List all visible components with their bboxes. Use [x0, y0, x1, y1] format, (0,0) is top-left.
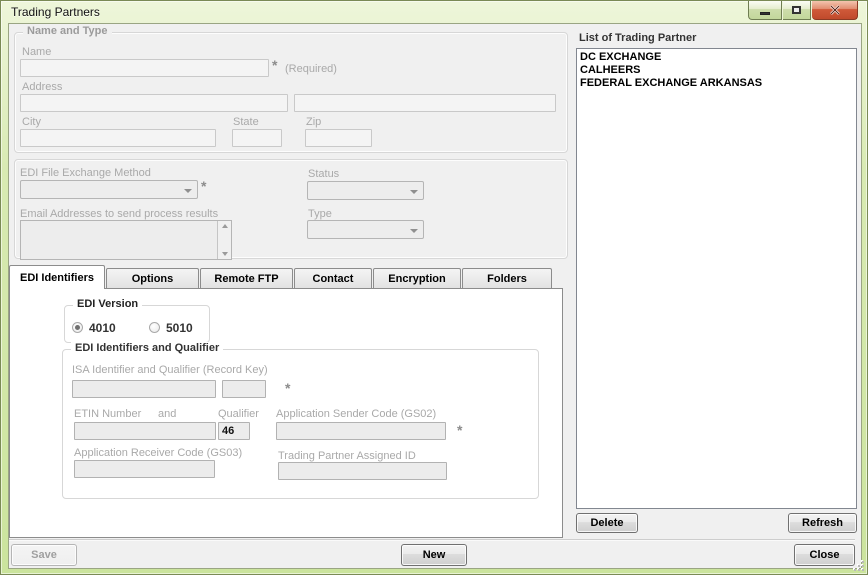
resize-grip[interactable]: [852, 559, 864, 571]
address-label: Address: [22, 81, 62, 93]
footer-separator: [9, 539, 855, 540]
etin-qualifier-label: Qualifier: [218, 408, 259, 420]
edi-file-exchange-method-dropdown[interactable]: [20, 180, 198, 199]
textarea-scrollbar[interactable]: [217, 221, 231, 259]
maximize-button[interactable]: [783, 1, 811, 20]
tab-label: Remote FTP: [214, 273, 278, 285]
tab-label: EDI Identifiers: [20, 272, 94, 284]
radio-4010[interactable]: [72, 322, 83, 333]
method-required-asterisk: *: [201, 178, 206, 194]
tab-contact[interactable]: Contact: [294, 268, 372, 289]
refresh-button[interactable]: Refresh: [788, 513, 857, 533]
tab-label: Folders: [487, 273, 527, 285]
type-label: Type: [308, 208, 332, 220]
maximize-icon: [792, 6, 801, 14]
application-sender-code-label: Application Sender Code (GS02): [276, 408, 436, 420]
name-input[interactable]: [20, 59, 269, 77]
minimize-button[interactable]: [748, 1, 782, 20]
name-required-asterisk: *: [272, 57, 277, 73]
tab-strip: EDI Identifiers Options Remote FTP Conta…: [9, 265, 553, 289]
title-bar[interactable]: Trading Partners: [1, 1, 867, 23]
edi-file-exchange-method-label: EDI File Exchange Method: [20, 167, 151, 179]
tab-label: Contact: [313, 273, 354, 285]
etin-number-label: ETIN Number: [74, 408, 141, 420]
edi-version-group-label: EDI Version: [73, 298, 142, 310]
close-icon: [830, 5, 840, 15]
delete-button-label: Delete: [590, 517, 623, 529]
status-label: Status: [308, 168, 339, 180]
email-addresses-label: Email Addresses to send process results: [20, 208, 218, 220]
status-dropdown[interactable]: [307, 181, 424, 200]
window-title: Trading Partners: [11, 5, 100, 19]
email-addresses-textarea[interactable]: [20, 220, 232, 260]
address-line1-input[interactable]: [20, 94, 288, 112]
isa-identifier-label: ISA Identifier and Qualifier (Record Key…: [72, 364, 268, 376]
tab-remote-ftp[interactable]: Remote FTP: [200, 268, 293, 289]
zip-label: Zip: [306, 116, 321, 128]
trading-partners-window: Trading Partners Name and Type Name * (R…: [0, 0, 868, 575]
list-item-calheers[interactable]: CALHEERS: [580, 64, 853, 77]
name-label: Name: [22, 46, 51, 58]
delete-button[interactable]: Delete: [576, 513, 638, 533]
trading-partner-assigned-id-input[interactable]: [278, 462, 447, 480]
scroll-up-icon: [222, 224, 228, 228]
save-button[interactable]: Save: [11, 544, 77, 566]
new-button-label: New: [423, 549, 446, 561]
isa-identifier-input[interactable]: [72, 380, 216, 398]
close-button-label: Close: [810, 549, 840, 561]
radio-5010[interactable]: [149, 322, 160, 333]
trading-partner-listbox[interactable]: DC EXCHANGE CALHEERS FEDERAL EXCHANGE AR…: [576, 48, 857, 509]
radio-5010-label: 5010: [166, 321, 193, 335]
etin-number-input[interactable]: [74, 422, 216, 440]
edi-identifiers-tab-page: EDI Version 4010 5010 EDI Identifiers an…: [9, 288, 563, 538]
radio-4010-label: 4010: [89, 321, 116, 335]
list-item-federal-exchange-arkansas[interactable]: FEDERAL EXCHANGE ARKANSAS: [580, 77, 853, 90]
required-note: (Required): [285, 63, 337, 75]
list-of-trading-partner-label: List of Trading Partner: [579, 32, 696, 44]
application-sender-code-input[interactable]: [276, 422, 446, 440]
isa-qualifier-input[interactable]: [222, 380, 266, 398]
refresh-button-label: Refresh: [802, 517, 843, 529]
state-label: State: [233, 116, 259, 128]
edi-identifiers-qualifier-group-label: EDI Identifiers and Qualifier: [71, 342, 223, 354]
close-window-button[interactable]: [812, 1, 858, 20]
etin-qualifier-input[interactable]: [218, 422, 250, 440]
tab-encryption[interactable]: Encryption: [373, 268, 461, 289]
save-button-label: Save: [31, 549, 57, 561]
new-button[interactable]: New: [401, 544, 467, 566]
sender-required-asterisk: *: [457, 422, 462, 438]
state-input[interactable]: [232, 129, 282, 147]
chevron-down-icon: [410, 190, 418, 194]
tab-options[interactable]: Options: [106, 268, 199, 289]
scroll-down-icon: [222, 252, 228, 256]
minimize-icon: [760, 12, 770, 15]
application-receiver-code-input[interactable]: [74, 460, 215, 478]
close-button[interactable]: Close: [794, 544, 855, 566]
chevron-down-icon: [410, 229, 418, 233]
tab-folders[interactable]: Folders: [462, 268, 552, 289]
city-label: City: [22, 116, 41, 128]
tab-label: Options: [132, 273, 174, 285]
address-line2-input[interactable]: [294, 94, 556, 112]
type-dropdown[interactable]: [307, 220, 424, 239]
application-receiver-code-label: Application Receiver Code (GS03): [74, 447, 242, 459]
list-item-dc-exchange[interactable]: DC EXCHANGE: [580, 51, 853, 64]
tab-edi-identifiers[interactable]: EDI Identifiers: [9, 265, 105, 289]
chevron-down-icon: [184, 189, 192, 193]
trading-partner-assigned-id-label: Trading Partner Assigned ID: [278, 450, 416, 462]
tab-label: Encryption: [388, 273, 445, 285]
etin-and-label: and: [158, 408, 176, 420]
isa-required-asterisk: *: [285, 380, 290, 396]
window-controls: [747, 1, 858, 20]
zip-input[interactable]: [305, 129, 372, 147]
name-and-type-group-label: Name and Type: [23, 25, 112, 37]
city-input[interactable]: [20, 129, 216, 147]
